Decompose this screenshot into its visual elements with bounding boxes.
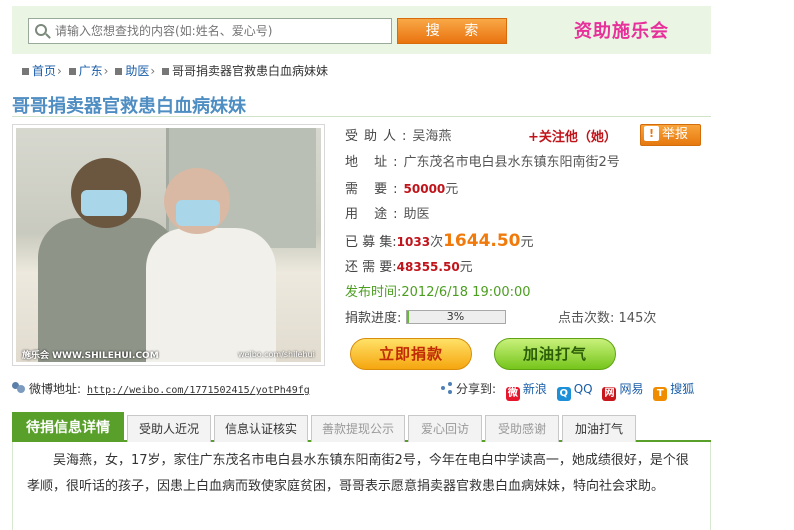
- photo-sister-mask: [176, 200, 220, 226]
- weibo-label: 微博地址:: [29, 382, 82, 396]
- share-label: 分享到:: [456, 382, 497, 396]
- remaining-row: 还 需 要:48355.50元: [345, 254, 705, 280]
- publish-time: 2012/6/18 19:00:00: [401, 285, 531, 300]
- share-sohu[interactable]: 搜狐: [670, 382, 694, 396]
- time-row: 发布时间:2012/6/18 19:00:00: [345, 280, 705, 306]
- share-icon: [441, 382, 453, 394]
- weibo-address: 微博地址: http://weibo.com/1771502415/yotPh49…: [12, 380, 310, 397]
- users-icon: [12, 382, 26, 394]
- progress-bar: 3%: [405, 310, 506, 324]
- need-unit: 元: [445, 182, 459, 197]
- progress-label: 捐款进度:: [345, 311, 402, 326]
- brand-logo[interactable]: 资助施乐会: [574, 17, 669, 43]
- tab-verification[interactable]: 信息认证核实: [214, 415, 308, 442]
- tab-follow-up[interactable]: 爱心回访: [408, 415, 482, 442]
- search-button[interactable]: 搜 索: [397, 18, 507, 44]
- alert-icon: !: [644, 126, 659, 141]
- tab-thanks[interactable]: 受助感谢: [485, 415, 559, 442]
- search-input[interactable]: [55, 22, 385, 40]
- share-sina[interactable]: 新浪: [523, 382, 547, 396]
- photo-sister-body: [146, 228, 276, 362]
- weibo-link[interactable]: http://weibo.com/1771502415/yotPh49fg: [87, 385, 310, 396]
- detail-content: 吴海燕，女，17岁，家住广东茂名市电白县水东镇东阳南街2号，今年在电白中学读高一…: [12, 442, 711, 530]
- click-count: 点击次数: 145次: [558, 306, 656, 332]
- progress-row: 捐款进度: 3% 点击次数: 145次: [345, 306, 705, 332]
- raised-row: 已 募 集:1033次1644.50元: [345, 228, 705, 254]
- recipient-name: 吴海燕: [412, 129, 452, 144]
- address-label: 地 址:: [345, 155, 404, 170]
- raised-unit: 元: [520, 235, 534, 250]
- photo-watermark: 施乐会 WWW.SHILEHUI.COM: [22, 351, 159, 361]
- raised-count: 1033: [396, 235, 431, 249]
- netease-icon[interactable]: 网: [602, 387, 617, 401]
- square-bullet-icon: [115, 67, 123, 75]
- sohu-icon[interactable]: T: [653, 387, 668, 401]
- share-netease[interactable]: 网易: [619, 382, 643, 396]
- donate-now-button[interactable]: 立即捐款: [350, 338, 472, 370]
- need-row: 需 要:50000元: [345, 176, 705, 202]
- recipient-photo-frame: 施乐会 WWW.SHILEHUI.COM weibo.com/shilehui: [12, 124, 325, 366]
- follow-button[interactable]: +关注他（她）: [528, 126, 617, 145]
- share-qq[interactable]: QQ: [574, 382, 593, 396]
- use-label: 用 途:: [345, 207, 404, 222]
- recipient-photo[interactable]: 施乐会 WWW.SHILEHUI.COM weibo.com/shilehui: [16, 128, 321, 362]
- donation-info: 受助人:吴海燕 地 址:广东茂名市电白县水东镇东阳南街2号 需 要:50000元…: [345, 124, 705, 332]
- photo-watermark-weibo: weibo.com/shilehui: [238, 350, 315, 359]
- clicks-label: 点击次数:: [558, 311, 615, 326]
- report-button[interactable]: ! 举报: [640, 124, 701, 146]
- sina-weibo-icon[interactable]: 微: [505, 387, 520, 401]
- tab-cheer[interactable]: 加油打气: [562, 415, 636, 442]
- report-label: 举报: [662, 127, 689, 142]
- breadcrumb-guangdong[interactable]: 广东: [79, 64, 103, 78]
- square-bullet-icon: [68, 67, 76, 75]
- breadcrumb: 首页› 广东› 助医› 哥哥捐卖器官救患白血病妹妹: [20, 62, 328, 79]
- qq-icon[interactable]: Q: [556, 387, 571, 401]
- raised-label: 已 募 集:: [345, 235, 397, 250]
- breadcrumb-medical-aid[interactable]: 助医: [125, 64, 149, 78]
- remaining-amount: 48355.50: [396, 260, 460, 274]
- tab-donation-details[interactable]: 待捐信息详情: [12, 412, 124, 442]
- square-bullet-icon: [22, 67, 29, 75]
- recipient-label: 受助人:: [345, 129, 413, 144]
- follow-label: 关注他（她）: [538, 130, 617, 145]
- clicks-value: 145次: [618, 311, 657, 326]
- detail-tabs: 待捐信息详情 受助人近况 信息认证核实 善款提现公示 爱心回访 受助感谢 加油打…: [12, 412, 711, 442]
- time-label: 发布时间:: [345, 285, 402, 300]
- address-row: 地 址:广东茂名市电白县水东镇东阳南街2号: [345, 150, 705, 176]
- need-amount: 50000: [403, 182, 446, 196]
- search-box[interactable]: [28, 18, 392, 44]
- tab-withdrawal-notice[interactable]: 善款提现公示: [311, 415, 405, 442]
- use-value: 助医: [403, 207, 430, 222]
- photo-brother-mask: [81, 190, 127, 216]
- need-label: 需 要:: [345, 182, 404, 197]
- search-bar: 搜 索 资助施乐会: [12, 6, 711, 54]
- raised-count-unit: 次: [430, 235, 444, 250]
- square-bullet-icon: [161, 67, 169, 75]
- tab-recipient-update[interactable]: 受助人近况: [127, 415, 211, 442]
- use-row: 用 途:助医: [345, 202, 705, 228]
- cheer-button[interactable]: 加油打气: [494, 338, 616, 370]
- search-icon: [35, 24, 47, 36]
- breadcrumb-home[interactable]: 首页: [32, 64, 56, 78]
- progress-text: 3%: [446, 310, 465, 323]
- breadcrumb-current: 哥哥捐卖器官救患白血病妹妹: [171, 64, 328, 78]
- share-bar: 分享到: 微新浪 Q QQ 网网易 T 搜狐: [441, 380, 694, 401]
- address-value: 广东茂名市电白县水东镇东阳南街2号: [403, 155, 620, 170]
- remaining-unit: 元: [459, 260, 473, 275]
- remaining-label: 还 需 要:: [345, 260, 397, 275]
- raised-amount: 1644.50: [443, 231, 521, 251]
- page-title: 哥哥捐卖器官救患白血病妹妹: [12, 87, 711, 117]
